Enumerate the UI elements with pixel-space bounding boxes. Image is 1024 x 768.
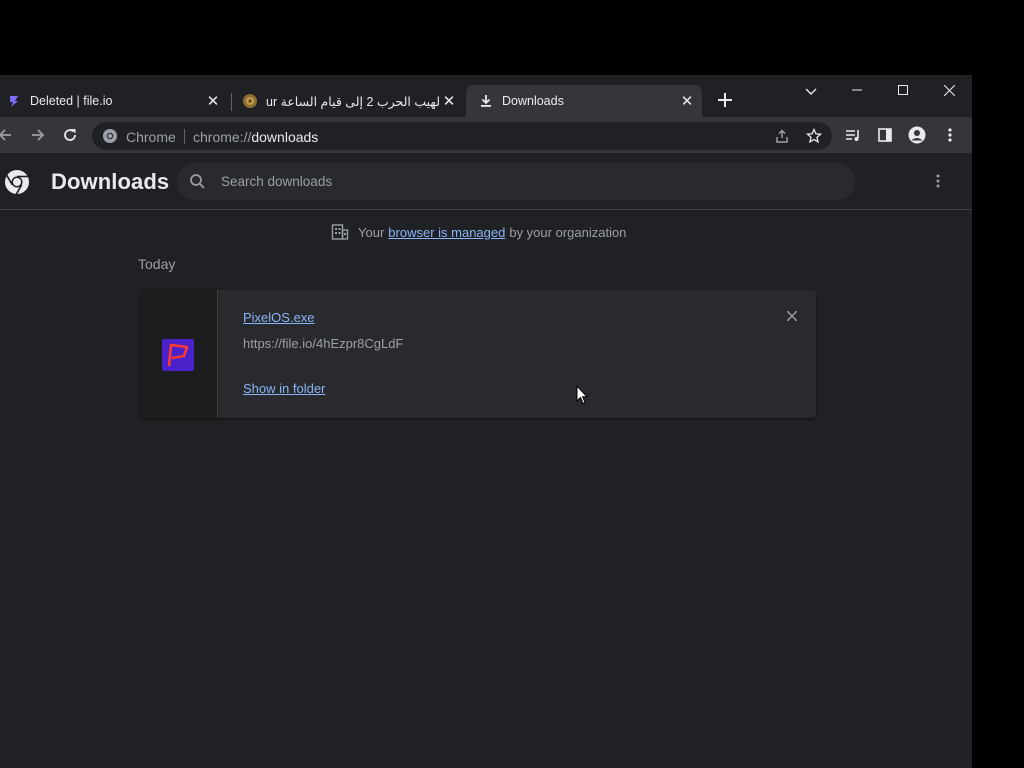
url-host: downloads bbox=[251, 129, 319, 145]
side-panel-icon[interactable] bbox=[874, 124, 896, 146]
divider bbox=[184, 129, 185, 144]
close-window-icon[interactable] bbox=[926, 75, 972, 105]
chevron-down-icon[interactable] bbox=[800, 81, 822, 103]
download-item: PixelOS.exe https://file.io/4hEzpr8CgLdF… bbox=[140, 290, 816, 418]
managed-suffix: by your organization bbox=[509, 224, 627, 240]
tab-arabic-video[interactable]: لهيب الحرب 2 إلى قيام الساعة lour ✕ bbox=[236, 85, 462, 117]
browser-toolbar: Chrome chrome://downloads bbox=[0, 117, 972, 153]
fileio-icon bbox=[6, 93, 22, 109]
file-source-url: https://file.io/4hEzpr8CgLdF bbox=[243, 336, 404, 351]
new-tab-icon[interactable] bbox=[714, 89, 736, 111]
search-icon bbox=[189, 173, 206, 190]
tab-separator bbox=[231, 93, 232, 111]
downloads-header: Downloads bbox=[0, 153, 972, 210]
browser-window: Deleted | file.io ✕ لهيب الحرب 2 إلى قيا… bbox=[0, 75, 972, 768]
url-text[interactable]: chrome://downloads bbox=[193, 129, 318, 145]
building-icon bbox=[331, 223, 349, 241]
forward-arrow-icon[interactable] bbox=[27, 124, 49, 146]
bookmark-star-icon[interactable] bbox=[803, 125, 825, 147]
minimize-icon[interactable] bbox=[834, 75, 880, 105]
tab-strip: Deleted | file.io ✕ لهيب الحرب 2 إلى قيا… bbox=[0, 75, 972, 117]
tab-fileio[interactable]: Deleted | file.io ✕ bbox=[0, 85, 226, 117]
origin-chip: Chrome bbox=[126, 129, 176, 145]
maximize-icon[interactable] bbox=[880, 75, 926, 105]
reload-icon[interactable] bbox=[59, 124, 81, 146]
mouse-cursor-icon bbox=[576, 384, 589, 405]
chrome-icon bbox=[102, 128, 118, 144]
search-box[interactable] bbox=[177, 163, 855, 200]
globe-sand-icon bbox=[242, 93, 258, 109]
file-icon-column bbox=[140, 290, 218, 418]
tab-close-icon[interactable]: ✕ bbox=[204, 92, 222, 110]
show-in-folder-link[interactable]: Show in folder bbox=[243, 381, 325, 396]
tab-title: Downloads bbox=[502, 94, 564, 108]
download-icon bbox=[478, 93, 494, 109]
tab-downloads[interactable]: Downloads ✕ bbox=[466, 85, 702, 117]
managed-prefix: Your bbox=[358, 224, 385, 240]
tab-close-icon[interactable]: ✕ bbox=[440, 92, 458, 110]
menu-kebab-icon[interactable] bbox=[939, 124, 961, 146]
pixelos-app-icon bbox=[162, 339, 194, 371]
search-input[interactable] bbox=[221, 163, 821, 200]
page-title: Downloads bbox=[51, 169, 170, 194]
file-name-link[interactable]: PixelOS.exe bbox=[243, 310, 315, 325]
tab-title: لهيب الحرب 2 إلى قيام الساعة lour bbox=[266, 94, 440, 109]
remove-item-close-icon[interactable] bbox=[782, 306, 802, 326]
share-icon[interactable] bbox=[771, 125, 793, 147]
chrome-logo-icon bbox=[4, 169, 30, 195]
back-arrow-icon[interactable] bbox=[0, 124, 16, 146]
managed-link[interactable]: browser is managed bbox=[388, 225, 505, 240]
media-queue-icon[interactable] bbox=[842, 124, 864, 146]
managed-notice: Your browser is managed by your organiza… bbox=[331, 223, 626, 241]
profile-avatar-icon[interactable] bbox=[906, 124, 928, 146]
tab-title: Deleted | file.io bbox=[30, 94, 113, 108]
date-group-heading: Today bbox=[138, 256, 176, 272]
tab-close-icon[interactable]: ✕ bbox=[678, 92, 696, 110]
more-actions-icon[interactable] bbox=[928, 171, 948, 191]
url-scheme: chrome:// bbox=[193, 129, 252, 145]
address-bar[interactable]: Chrome chrome://downloads bbox=[92, 122, 832, 150]
